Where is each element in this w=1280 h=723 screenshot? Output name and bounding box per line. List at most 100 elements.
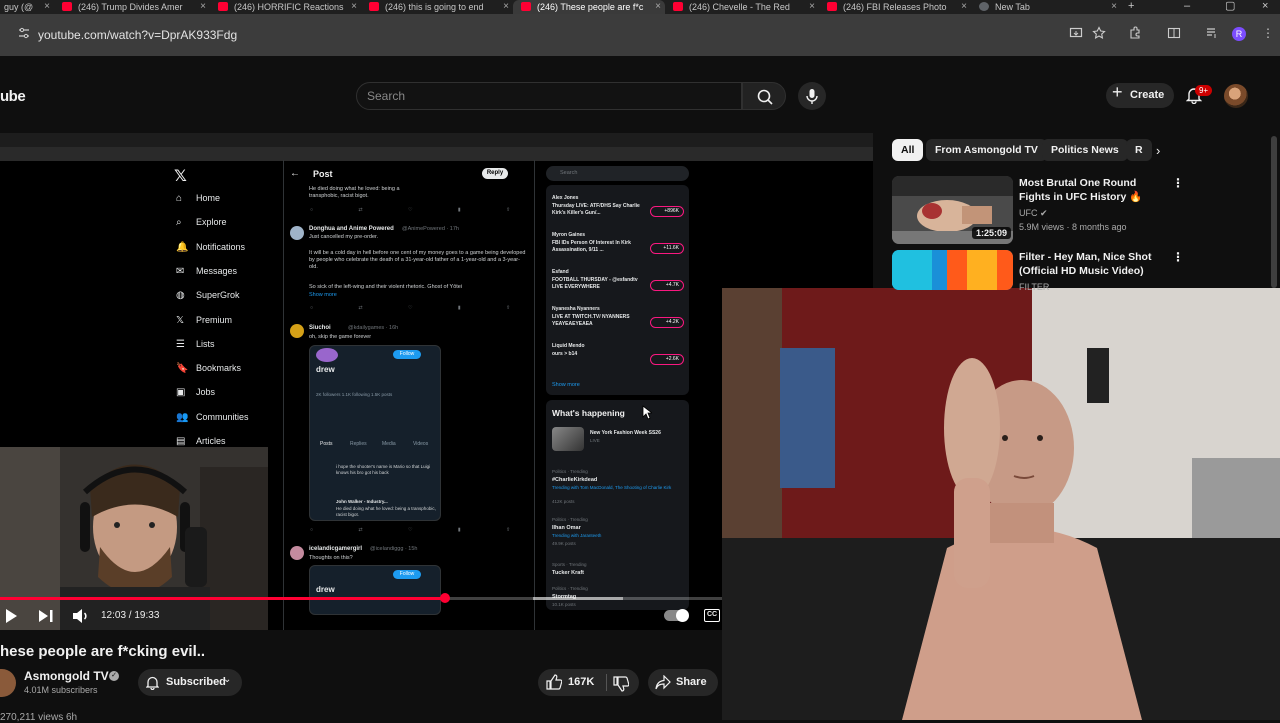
live-listener-count[interactable]: +4.7K [650,280,684,291]
x-nav-item[interactable]: ▤ Articles [176,436,226,447]
card-tab-media[interactable]: Media [382,441,396,447]
tab-label: (246) Chevelle - The Red [689,2,790,12]
browser-tab[interactable]: guy (@ × [0,0,54,14]
install-app-icon[interactable] [1069,26,1083,40]
live-host-name[interactable]: Esfand [552,269,569,276]
browser-profile-avatar[interactable]: R [1232,27,1246,41]
minimize-icon[interactable]: – [1184,0,1190,12]
live-title[interactable]: Thursday LIVE: ATF/DHS Say Charlie Kirk'… [552,203,644,217]
youtube-logo[interactable]: ube [0,88,26,105]
more-options-icon[interactable]: ⋮ [1172,176,1184,190]
split-view-icon[interactable] [1167,26,1181,40]
browser-tab[interactable]: New Tab × [971,0,1121,14]
site-settings-icon[interactable] [18,27,30,39]
autoplay-toggle[interactable] [664,609,689,622]
x-nav-item[interactable]: ✉ Messages [176,266,237,277]
browser-menu-icon[interactable]: ⋮ [1262,26,1276,40]
card-tab-replies[interactable]: Replies [350,441,367,447]
live-host-name[interactable]: Alex Jones [552,195,578,202]
browser-tab[interactable]: (246) Chevelle - The Red × [665,0,819,14]
x-nav-item[interactable]: ☰ Lists [176,339,215,350]
browser-tab[interactable]: (246) FBI Releases Photo × [819,0,971,14]
live-title[interactable]: ours > b14 [552,351,644,358]
captions-button[interactable]: CC [704,609,720,622]
thumbs-up-icon[interactable] [546,674,562,690]
card-tab-posts[interactable]: Posts [320,441,333,447]
window-close-icon[interactable]: × [1262,0,1268,12]
new-tab-plus-icon[interactable]: + [1128,0,1134,12]
live-listener-count[interactable]: +11.6K [650,243,684,254]
live-listener-count[interactable]: +896K [650,206,684,217]
card-follow-button[interactable]: Follow [393,570,421,579]
x-reply-button[interactable]: Reply [482,168,508,179]
x-nav-item[interactable]: ◍ SuperGrok [176,290,240,301]
x-nav-item[interactable]: ⌕ Explore [176,217,227,228]
close-icon[interactable]: × [655,1,661,12]
search-button[interactable] [742,82,786,110]
channel-avatar[interactable] [0,669,16,697]
voice-search-button[interactable] [798,82,826,110]
chip-from-asmongold[interactable]: From Asmongold TV [926,139,1047,161]
live-listener-count[interactable]: +4.2K [650,317,684,328]
thumbs-down-icon[interactable] [613,676,629,692]
trend-posts: 49.9K posts [552,541,576,546]
rec-title[interactable]: Most Brutal One Round Fights in UFC Hist… [1019,176,1169,204]
x-nav-item[interactable]: 𝕏 Premium [176,315,232,326]
show-more-link[interactable]: Show more [309,292,337,299]
sidebar-scrollbar[interactable] [1271,136,1277,288]
browser-tab[interactable]: (246) this is going to end × [361,0,513,14]
bookmark-star-icon[interactable] [1092,26,1106,40]
browser-tab[interactable]: (246) HORRIFIC Reactions × [210,0,361,14]
close-icon[interactable]: × [809,1,815,12]
live-host-name[interactable]: Myron Gaines [552,232,585,239]
browser-tab-active[interactable]: (246) These people are f*c × [513,0,665,14]
live-title[interactable]: FOOTBALL THURSDAY - @esfandtv LIVE EVERY… [552,277,644,291]
x-nav-item[interactable]: ⌂ Home [176,193,220,204]
chip-politics-news[interactable]: Politics News [1042,139,1128,161]
back-arrow-icon[interactable]: ← [290,168,300,179]
trend-name[interactable]: #CharlieKirkdead [552,477,597,484]
more-options-icon[interactable]: ⋮ [1172,250,1184,264]
play-icon[interactable] [4,608,18,624]
channel-name[interactable]: Asmongold TV [24,669,109,683]
maximize-icon[interactable]: ▢ [1225,0,1235,12]
close-icon[interactable]: × [961,1,967,12]
close-icon[interactable]: × [1111,1,1117,12]
live-listener-count[interactable]: +2.6K [650,354,684,365]
trend-name[interactable]: Ilhan Omar [552,525,581,532]
live-title[interactable]: FBI IDs Person Of Interest In Kirk Assas… [552,240,644,254]
rec-thumbnail[interactable] [892,250,1013,290]
media-controls-icon[interactable] [1205,26,1219,40]
live-title[interactable]: LIVE AT TWITCH.TV/ NYANNERS YEAYEAEYEAEA [552,314,644,328]
live-host-name[interactable]: Nyanesha Nyanners [552,306,600,313]
x-nav-item[interactable]: 👥 Communities [176,412,249,423]
chip-r[interactable]: R [1126,139,1152,161]
url-field[interactable]: youtube.com/watch?v=DprAK933Fdg [38,28,237,42]
card-tab-videos[interactable]: Videos [413,441,428,447]
trend-name[interactable]: Tucker Kraft [552,570,584,577]
close-icon[interactable]: × [44,1,50,12]
card-follow-button[interactable]: Follow [393,350,421,359]
account-avatar[interactable] [1224,84,1248,108]
live-host-name[interactable]: Liquid Mendo [552,343,585,350]
extensions-icon[interactable] [1128,26,1142,40]
close-icon[interactable]: × [200,1,206,12]
happening-event[interactable]: New York Fashion Week SS26 [590,430,661,437]
live-show-more-link[interactable]: Show more [552,382,580,389]
x-nav-item[interactable]: 🔖 Bookmarks [176,363,241,374]
rec-title[interactable]: Filter - Hey Man, Nice Shot (Official HD… [1019,250,1169,278]
x-nav-item[interactable]: 🔔 Notifications [176,242,245,253]
volume-icon[interactable] [72,608,90,624]
close-icon[interactable]: × [351,1,357,12]
card-stats: 2K followers 1.1K following 1.5K posts [316,392,393,397]
card-avatar [316,348,338,362]
browser-tab[interactable]: (246) Trump Divides Amer × [54,0,210,14]
x-search-input[interactable]: Search [546,166,689,181]
close-icon[interactable]: × [503,1,509,12]
scrubber-handle[interactable] [440,593,450,603]
chevron-right-icon[interactable]: › [1156,143,1160,158]
next-video-icon[interactable] [38,609,54,623]
chip-all[interactable]: All [892,139,924,161]
search-input[interactable] [356,82,742,110]
x-nav-item[interactable]: ▣ Jobs [176,387,215,398]
